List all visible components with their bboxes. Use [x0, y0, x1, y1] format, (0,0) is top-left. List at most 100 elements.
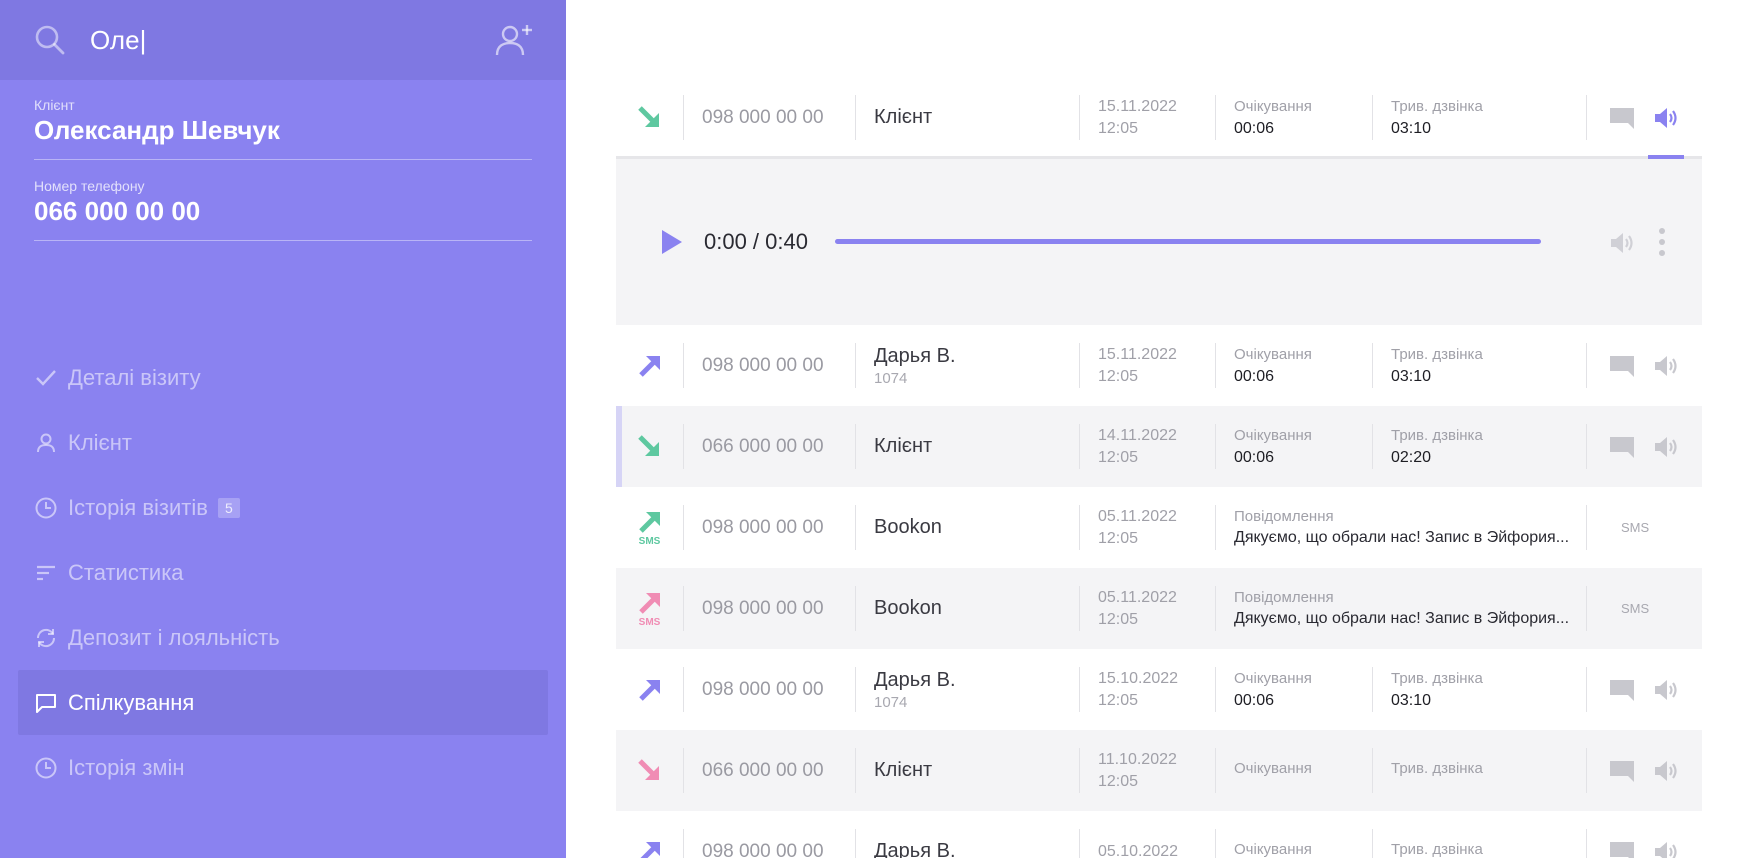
- comment-icon[interactable]: [1609, 106, 1635, 130]
- date-text: 05.11.2022: [1098, 507, 1177, 525]
- speaker-icon[interactable]: [1653, 354, 1679, 378]
- communication-row[interactable]: 066 000 00 00 Клієнт 11.10.2022 12:05 Очікув…: [616, 730, 1702, 811]
- comment-icon[interactable]: [1609, 678, 1635, 702]
- sms-tag: SMS: [638, 535, 661, 547]
- duration-cell: Трив. дзвінка: [1373, 829, 1587, 858]
- phone-number: 098 000 00 00: [684, 829, 856, 858]
- nav-item-label: Депозит і лояльність: [68, 624, 280, 650]
- time-text: 12:05: [1098, 367, 1139, 385]
- nav-item-deposit-loyalty[interactable]: Депозит і лояльність: [18, 605, 548, 670]
- comment-icon[interactable]: [1609, 435, 1635, 459]
- wait-value: 00:06: [1234, 119, 1275, 137]
- nav-item-label: Деталі візиту: [68, 364, 201, 390]
- phone-field-value: 066 000 00 00: [34, 196, 201, 226]
- nav-item-label: Спілкування: [68, 689, 195, 715]
- speaker-icon[interactable]: [1653, 840, 1679, 858]
- communication-row[interactable]: SMS 098 000 00 00 Bookon 05.11.2022 12:05 Пов…: [616, 568, 1702, 649]
- direction-cell: [616, 829, 684, 858]
- player-progress-bar[interactable]: [835, 239, 1541, 244]
- user-icon: [37, 433, 55, 452]
- speaker-icon[interactable]: [1653, 106, 1679, 130]
- contact-cell: Клієнт: [856, 95, 1080, 140]
- date-text: 05.10.2022: [1098, 842, 1179, 858]
- direction-cell: [616, 748, 684, 793]
- contact-name: Клієнт: [874, 106, 933, 128]
- time-text: 12:05: [1098, 448, 1139, 466]
- duration-cell: Трив. дзвінка 02:20: [1373, 424, 1587, 469]
- wait-cell: Очікування 00:06: [1216, 424, 1373, 469]
- duration-label: Трив. дзвінка: [1391, 345, 1483, 363]
- nav-item-statistics[interactable]: Статистика: [18, 540, 548, 605]
- wait-cell: Очікування: [1216, 748, 1373, 793]
- contact-cell: Клієнт: [856, 748, 1080, 793]
- nav-item-visit-details[interactable]: Деталі візиту: [18, 345, 548, 410]
- phone-number: 066 000 00 00: [684, 748, 856, 793]
- clock-icon: [35, 757, 57, 778]
- duration-value: 02:20: [1391, 448, 1432, 466]
- sms-failed-arrow-icon: [638, 592, 660, 614]
- check-icon: [36, 369, 56, 386]
- communication-row[interactable]: SMS 098 000 00 00 Bookon 05.11.2022 12:05 Пов…: [616, 487, 1702, 568]
- date-text: 14.11.2022: [1098, 426, 1177, 444]
- contact-cell: Bookon: [856, 586, 1080, 631]
- time-text: 12:05: [1098, 119, 1139, 137]
- search-bar: [0, 0, 566, 80]
- datetime-cell: 15.11.2022 12:05: [1080, 95, 1216, 140]
- nav-item-label: Статистика: [68, 559, 184, 585]
- message-text: Дякуємо, що обрали нас! Запис в Эйфория.…: [1234, 610, 1570, 627]
- time-text: 12:05: [1098, 691, 1139, 709]
- duration-cell: Трив. дзвінка 03:10: [1373, 95, 1587, 140]
- comment-icon[interactable]: [1609, 354, 1635, 378]
- comment-icon[interactable]: [1609, 759, 1635, 783]
- communication-row-expanded[interactable]: 098 000 00 00 Клієнт 15.11.2022 12:05 Очікув…: [616, 79, 1702, 159]
- client-field-label: Клієнт: [34, 97, 75, 113]
- duration-value: 03:10: [1391, 119, 1432, 137]
- message-text: Дякуємо, що обрали нас! Запис в Эйфория.…: [1234, 529, 1570, 546]
- datetime-cell: 15.11.2022 12:05: [1080, 343, 1216, 388]
- contact-name: Дарья В.: [874, 668, 956, 691]
- direction-cell: [616, 95, 684, 140]
- row-actions: SMS: [1587, 586, 1702, 631]
- nav-item-communication[interactable]: Спілкування: [18, 670, 548, 735]
- play-icon[interactable]: [660, 229, 684, 255]
- client-field-value: Олександр Шевчук: [34, 115, 280, 145]
- nav-item-visit-history[interactable]: Історія візитів 5: [18, 475, 548, 540]
- row-actions: [1587, 667, 1702, 712]
- duration-label: Трив. дзвінка: [1391, 426, 1483, 444]
- volume-icon[interactable]: [1608, 231, 1636, 255]
- wait-label: Очікування: [1234, 669, 1312, 687]
- wait-label: Очікування: [1234, 426, 1312, 444]
- phone-number: 098 000 00 00: [684, 667, 856, 712]
- contact-name: Клієнт: [874, 759, 933, 781]
- direction-cell: [616, 424, 684, 469]
- duration-value: 03:10: [1391, 691, 1432, 709]
- player-time: 0:00 / 0:40: [704, 229, 808, 254]
- communication-row[interactable]: 098 000 00 00 Дарья В. 1074 15.10.2022 12:05…: [616, 649, 1702, 730]
- speaker-icon[interactable]: [1653, 678, 1679, 702]
- extension-number: 1074: [874, 693, 908, 711]
- refresh-icon: [36, 628, 56, 647]
- date-text: 05.11.2022: [1098, 588, 1177, 606]
- search-icon[interactable]: [34, 24, 66, 56]
- communication-row[interactable]: 066 000 00 00 Клієнт 14.11.2022 12:05 Очікув…: [616, 406, 1702, 487]
- communication-row[interactable]: 098 000 00 00 Дарья В. 1074 15.11.2022 12:05…: [616, 325, 1702, 406]
- sms-type-label: SMS: [1621, 520, 1650, 535]
- row-actions: [1587, 343, 1702, 388]
- communication-panel: 098 000 00 00 Клієнт 15.11.2022 12:05 Очікув…: [566, 0, 1755, 858]
- search-input[interactable]: [90, 20, 470, 60]
- add-user-icon[interactable]: [494, 22, 534, 58]
- speaker-icon[interactable]: [1653, 435, 1679, 459]
- comment-icon[interactable]: [1609, 840, 1635, 858]
- nav-item-change-history[interactable]: Історія змін: [18, 735, 548, 800]
- nav-item-client[interactable]: Клієнт: [18, 410, 548, 475]
- communication-row[interactable]: 098 000 00 00 Дарья В. 05.10.2022 Очікуванн…: [616, 811, 1702, 858]
- more-options-icon[interactable]: [1656, 227, 1668, 257]
- duration-label: Трив. дзвінка: [1391, 97, 1483, 115]
- contact-name: Дарья В.: [874, 344, 956, 367]
- client-field[interactable]: Клієнт Олександр Шевчук: [34, 97, 532, 160]
- speaker-icon[interactable]: [1653, 759, 1679, 783]
- outgoing-call-arrow-icon: [638, 355, 660, 377]
- message-cell: Повідомлення Дякуємо, що обрали нас! Запи…: [1216, 586, 1587, 631]
- phone-field[interactable]: Номер телефону 066 000 00 00: [34, 178, 532, 241]
- extension-number: 1074: [874, 369, 908, 387]
